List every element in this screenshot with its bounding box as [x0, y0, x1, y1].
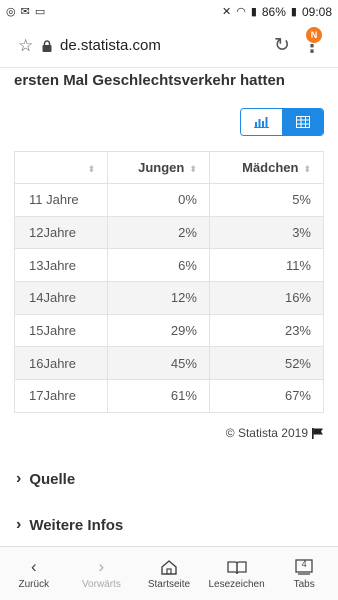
table-row: 14Jahre 12% 16% [13, 281, 325, 315]
nav-bookmarks-label: Lesezeichen [208, 579, 265, 590]
table-icon [295, 116, 310, 128]
tab-count: 4 [301, 559, 307, 569]
menu-badge: N [306, 26, 322, 43]
copyright[interactable]: © Statista 2019 [226, 426, 324, 440]
table-view-button[interactable] [282, 109, 323, 135]
chevron-right-icon: › [16, 516, 22, 533]
table-row: 17Jahre 61% 67% [13, 379, 325, 413]
table-row: 12Jahre 2% 3% [13, 215, 325, 250]
column-header-age[interactable]: ⬍ [13, 151, 109, 184]
lock-icon[interactable] [42, 39, 60, 52]
sort-icon: ⬍ [87, 164, 96, 174]
section-quelle[interactable]: › Quelle [16, 470, 75, 488]
table-header-row: ⬍ Jungen ⬍ Mädchen ⬍ [13, 151, 325, 184]
address-bar: ☆ de.statista.com ↻ ⋮ N [0, 24, 338, 68]
column-header-jungen[interactable]: Jungen ⬍ [107, 151, 210, 184]
bookmark-star-icon[interactable]: ☆ [18, 36, 42, 56]
nav-tabs-button[interactable]: 4 Tabs [270, 547, 338, 600]
table-row: 13Jahre 6% 11% [13, 248, 325, 283]
browser-menu-button[interactable]: ⋮ N [300, 26, 324, 55]
column-header-maedchen[interactable]: Mädchen ⬍ [208, 151, 325, 184]
table-row: 15Jahre 29% 23% [13, 313, 325, 348]
data-table: ⬍ Jungen ⬍ Mädchen ⬍ 11 Jahre 0% 5% 12Jahre 2… [13, 151, 325, 413]
notification-icons: ◎ ✉ ▭ [6, 5, 46, 18]
section-quelle-label: Quelle [29, 470, 76, 488]
section-weitere-infos[interactable]: › Weitere Infos [16, 516, 123, 534]
status-bar: ◎ ✉ ▭ ✕ ◠ ▮ 86% ▮ 09:08 [0, 0, 338, 24]
signal-icon: ▮ [250, 5, 257, 18]
sort-icon: ⬍ [189, 164, 197, 174]
clock: 09:08 [301, 5, 332, 19]
flag-icon [312, 427, 323, 439]
page-content: ersten Mal Geschlechtsverkehr hatten ⬍ J… [0, 68, 338, 546]
nav-forward-button[interactable]: › Vorwärts [68, 547, 136, 600]
wifi-icon: ◠ [236, 5, 246, 18]
url-field[interactable]: de.statista.com [60, 37, 264, 54]
sort-icon: ⬍ [303, 164, 311, 174]
nav-back-label: Zurück [18, 579, 50, 590]
whatsapp-icon: ◎ [6, 5, 16, 18]
chevron-right-icon: › [98, 557, 105, 576]
nav-forward-label: Vorwärts [81, 579, 121, 590]
copyright-text: © Statista 2019 [225, 426, 308, 440]
reload-icon[interactable]: ↻ [264, 34, 300, 57]
section-weitere-infos-label: Weitere Infos [29, 516, 124, 534]
tabs-icon: 4 [294, 557, 314, 577]
table-heading: ersten Mal Geschlechtsverkehr hatten [14, 72, 285, 89]
chevron-right-icon: › [16, 470, 22, 487]
bar-chart-icon [253, 117, 269, 128]
battery-icon: ▮ [290, 5, 297, 18]
mail-icon: ✉ [20, 5, 30, 18]
book-icon [226, 557, 247, 577]
nav-back-button[interactable]: ‹ Zurück [0, 547, 68, 600]
home-icon [160, 557, 178, 577]
chevron-left-icon: ‹ [30, 557, 37, 576]
battery-percent: 86% [261, 5, 286, 19]
view-toggle [240, 108, 324, 136]
nav-bookmarks-button[interactable]: Lesezeichen [203, 547, 271, 600]
table-row: 16Jahre 45% 52% [13, 346, 325, 381]
nav-home-button[interactable]: Startseite [135, 547, 203, 600]
nav-home-label: Startseite [147, 579, 191, 590]
bottom-navigation: ‹ Zurück › Vorwärts Startseite Lesezeich… [0, 546, 338, 600]
chart-view-button[interactable] [241, 109, 282, 135]
nav-tabs-label: Tabs [293, 579, 315, 590]
table-row: 11 Jahre 0% 5% [13, 183, 325, 217]
app-notification-icon: ▭ [34, 5, 46, 18]
mute-icon: ✕ [221, 5, 232, 18]
